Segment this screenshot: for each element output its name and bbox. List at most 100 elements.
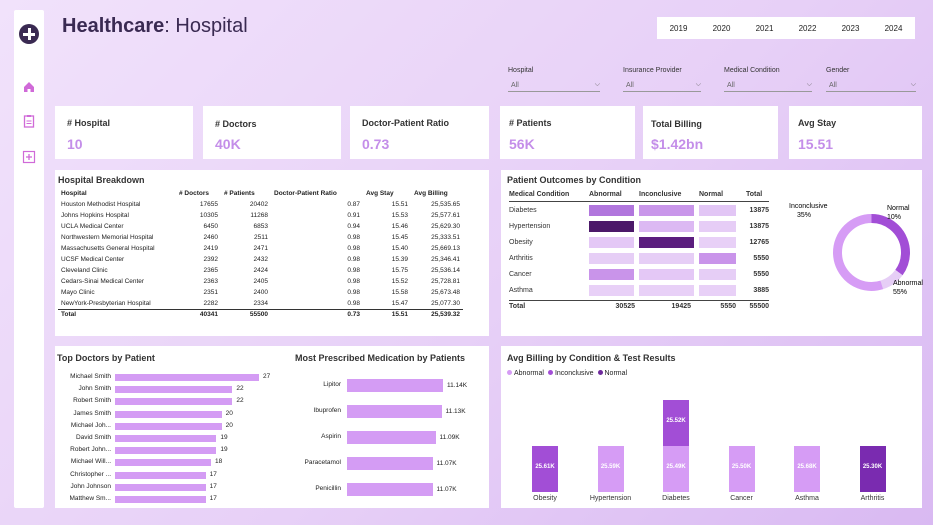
year-button[interactable]: 2019 [670,24,688,33]
table-row[interactable]: Houston Methodist Hospital 17655 20402 0.87… [58,199,463,210]
table-cell: 15.75 [391,267,408,274]
outcome-cell[interactable] [699,221,736,232]
year-button[interactable]: 2024 [885,24,903,33]
condition-dropdown[interactable]: All ⌵ [724,79,812,92]
column-header[interactable]: # Patients [221,188,271,199]
medication-bar[interactable] [347,405,442,418]
table-row[interactable]: UCLA Medical Center 6450 6853 0.94 15.46 25,6… [58,221,463,232]
doctor-bar[interactable] [115,447,217,455]
table-row[interactable]: Mayo Clinic 2351 2400 0.98 15.58 25,673.48 [58,287,463,298]
doctor-bar[interactable] [115,374,259,381]
legend-item[interactable]: Normal [597,370,627,377]
outcome-cell[interactable] [699,205,736,216]
clipboard-icon[interactable] [22,114,36,128]
table-cell: 0.98 [347,245,360,252]
year-button[interactable]: 2022 [799,24,817,33]
column-header[interactable]: Hospital [58,188,176,199]
table-row[interactable]: Johns Hopkins Hospital 10305 11268 0.91 15.5… [58,210,463,221]
outcome-cell[interactable] [589,269,634,280]
outcome-cell[interactable] [589,205,634,216]
year-button[interactable]: 2021 [756,24,774,33]
doctor-value: 17 [209,470,217,478]
doctor-bar[interactable] [115,459,211,467]
row-total: 12765 [749,239,769,246]
table-row[interactable]: Cleveland Clinic 2365 2424 0.98 15.75 25,536.… [58,265,463,276]
table-row[interactable]: Massachusetts General Hospital 2419 2471 0.… [58,243,463,254]
column-header[interactable]: Inconclusive [639,191,681,198]
outcome-cell[interactable] [589,221,634,232]
outcome-donut-chart: Inconclusive 35% Normal 10% Abnormal 55% [789,203,923,296]
column-rule [509,201,769,202]
billing-bar-segment[interactable]: 25.30K [859,446,886,492]
doctor-bar[interactable] [115,483,206,491]
billing-bar-segment[interactable]: 25.59K [597,446,624,492]
table-cell: 2471 [253,245,268,252]
total-cell: 5550 [720,303,736,310]
outcome-cell[interactable] [699,269,736,280]
outcome-cell[interactable] [589,253,634,264]
outcome-cell[interactable] [639,253,694,264]
outcome-cell[interactable] [639,221,694,232]
gender-dropdown[interactable]: All ⌵ [826,79,916,92]
table-cell: 15.52 [391,278,408,285]
billing-bar-segment[interactable]: 25.68K [794,446,820,492]
outcome-cell[interactable] [639,285,694,296]
kpi-label: Avg Stay [798,118,837,128]
medication-label: Paracetamol [304,459,342,466]
doctor-label: Michael Will... [70,458,111,466]
column-header[interactable]: Medical Condition [509,191,569,198]
doctor-bar[interactable] [115,471,206,479]
doctor-bar[interactable] [115,422,222,430]
doctor-bar[interactable] [115,398,233,406]
insurance-dropdown[interactable]: All ⌵ [623,79,701,92]
table-cell: 55500 [249,311,268,319]
table-row[interactable]: Northwestern Memorial Hospital 2460 2511 0.… [58,232,463,243]
billing-bar-segment[interactable]: 25.61K [532,446,558,492]
medication-bar[interactable] [347,431,436,444]
outcome-cell[interactable] [639,237,694,248]
doctor-value: 19 [220,434,228,441]
table-row[interactable]: Cedars-Sinai Medical Center 2363 2405 0.98 1… [58,276,463,287]
column-header[interactable]: Avg Stay [363,188,411,199]
column-header[interactable]: # Doctors [176,188,221,199]
table-row[interactable]: NewYork-Presbyterian Hospital 2282 2334 0.9… [58,298,463,309]
doctor-bar[interactable] [115,410,222,418]
outcome-cell[interactable] [699,253,736,264]
home-icon[interactable] [22,80,36,94]
billing-bar-segment[interactable]: 25.49K [663,446,689,492]
doctor-value: 19 [220,446,228,454]
legend-item[interactable]: Abnormal [507,370,544,377]
hospital-dropdown[interactable]: All ⌵ [508,79,600,92]
table-cell: 2460 [203,234,218,241]
billing-bar-segment[interactable]: 25.52K [663,400,689,446]
doctor-bar[interactable] [115,496,206,503]
outcome-cell[interactable] [589,285,634,296]
doctor-bar[interactable] [115,435,217,442]
medication-bar[interactable] [347,457,433,470]
plus-square-icon[interactable] [22,150,36,164]
outcome-cell[interactable] [699,285,736,296]
column-header[interactable]: Total [746,191,762,198]
legend-item[interactable]: Inconclusive [547,370,594,377]
year-button[interactable]: 2023 [842,24,860,33]
condition-label: Arthritis [509,255,533,262]
outcome-cell[interactable] [589,237,634,248]
column-header[interactable]: Abnormal [589,191,622,198]
kpi-label: Doctor-Patient Ratio [362,118,450,128]
chevron-down-icon: ⌵ [806,81,812,88]
column-header[interactable]: Normal [699,191,723,198]
table-row[interactable]: UCSF Medical Center 2392 2432 0.98 15.39 25,3… [58,254,463,265]
billing-bar-segment[interactable]: 25.50K [728,446,755,492]
outcome-cell[interactable] [639,269,694,280]
medication-bar[interactable] [347,483,433,496]
medication-bar[interactable] [347,379,443,392]
column-header[interactable]: Avg Billing [411,188,463,199]
outcome-cell[interactable] [639,205,694,216]
table-cell: UCLA Medical Center [61,223,124,230]
doctor-bar[interactable] [115,386,233,394]
column-header[interactable]: Doctor-Patient Ratio [271,188,363,199]
billing-bar-label: 25.61K [535,464,555,470]
year-button[interactable]: 2020 [713,24,731,33]
row-total: 5550 [753,255,769,262]
outcome-cell[interactable] [699,237,736,248]
